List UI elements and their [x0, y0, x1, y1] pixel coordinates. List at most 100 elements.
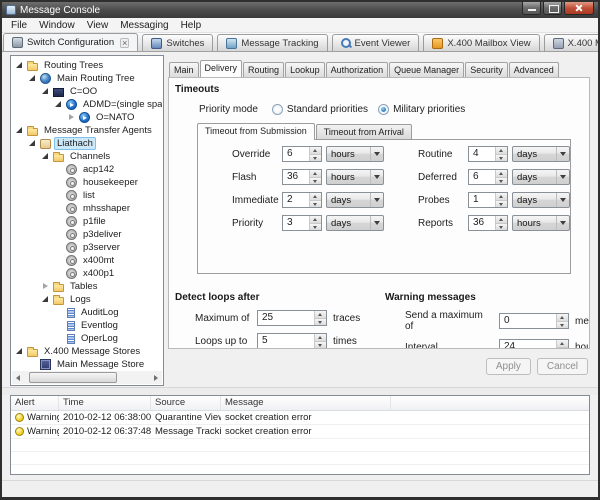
spin-up-icon[interactable] [315, 311, 326, 319]
spin-up-icon[interactable] [496, 147, 507, 155]
maximize-button[interactable] [543, 2, 562, 15]
tree-item-acp142[interactable]: acp142 [12, 163, 162, 176]
spin-down-icon[interactable] [557, 322, 568, 329]
spinner-value[interactable]: 0 [500, 314, 556, 328]
column-header-time[interactable]: Time [59, 396, 151, 410]
spinner-value[interactable]: 1 [469, 193, 495, 207]
unit-dropdown[interactable]: days [326, 192, 384, 208]
spin-down-icon[interactable] [496, 178, 507, 185]
spin-up-icon[interactable] [315, 334, 326, 342]
spinner-value[interactable]: 36 [469, 216, 495, 230]
expander-expanded-icon[interactable] [54, 100, 63, 109]
view-tab-x-400-message-stores[interactable]: X.400 Message Stores [544, 34, 600, 51]
tree-item-p3deliver[interactable]: p3deliver [12, 228, 162, 241]
tree-item-logs[interactable]: Logs [12, 293, 162, 306]
spin-up-icon[interactable] [496, 216, 507, 224]
menu-help[interactable]: Help [175, 20, 208, 31]
spinner-value[interactable]: 4 [469, 147, 495, 161]
spin-down-icon[interactable] [496, 155, 507, 162]
tree-item-mhsshaper[interactable]: mhsshaper [12, 202, 162, 215]
spin-down-icon[interactable] [310, 155, 321, 162]
alert-row[interactable]: Warning2010-02-12 06:37:48Message Tracki… [11, 425, 589, 439]
view-tab-switches[interactable]: Switches [142, 34, 213, 51]
column-header-alert[interactable]: Alert [11, 396, 59, 410]
unit-dropdown[interactable]: hours [512, 215, 570, 231]
spin-up-icon[interactable] [310, 193, 321, 201]
editor-tab-main[interactable]: Main [169, 62, 199, 77]
spin-up-icon[interactable] [557, 314, 568, 322]
expander-expanded-icon[interactable] [15, 126, 24, 135]
spin-down-icon[interactable] [315, 342, 326, 349]
cancel-button[interactable]: Cancel [537, 358, 588, 375]
alert-row[interactable]: Warning2010-02-12 06:38:00Quarantine Vie… [11, 411, 589, 425]
minimize-button[interactable] [522, 2, 541, 15]
tree-item-x400mt[interactable]: x400mt [12, 254, 162, 267]
spinner-value[interactable]: 25 [258, 311, 314, 325]
spin-down-icon[interactable] [496, 201, 507, 208]
editor-tab-authorization[interactable]: Authorization [326, 62, 389, 77]
unit-dropdown[interactable]: days [326, 215, 384, 231]
tree-item-auditlog[interactable]: AuditLog [12, 306, 162, 319]
tree-item-channels[interactable]: Channels [12, 150, 162, 163]
tree-item-p1file[interactable]: p1file [12, 215, 162, 228]
spinner-value[interactable]: 2 [283, 193, 309, 207]
close-tab-icon[interactable]: × [120, 38, 129, 48]
scrollbar-thumb[interactable] [29, 372, 117, 383]
menu-file[interactable]: File [5, 20, 33, 31]
expander-collapsed-icon[interactable] [67, 113, 76, 122]
spinner-value[interactable]: 3 [283, 216, 309, 230]
expander-expanded-icon[interactable] [15, 347, 24, 356]
splitter-sash[interactable] [2, 387, 598, 395]
radio-military-priorities[interactable]: Military priorities [378, 104, 465, 115]
tree-item-liathach[interactable]: Liathach [12, 137, 162, 150]
expander-collapsed-icon[interactable] [41, 282, 50, 291]
tree-item-x400p1[interactable]: x400p1 [12, 267, 162, 280]
spin-up-icon[interactable] [310, 216, 321, 224]
column-header-message[interactable]: Message [221, 396, 391, 410]
spin-down-icon[interactable] [315, 319, 326, 326]
view-tab-message-tracking[interactable]: Message Tracking [217, 34, 327, 51]
tree-item-eventlog[interactable]: Eventlog [12, 319, 162, 332]
tree-horizontal-scrollbar[interactable] [12, 371, 162, 384]
spin-up-icon[interactable] [496, 193, 507, 201]
spin-down-icon[interactable] [310, 201, 321, 208]
scroll-left-icon[interactable] [12, 371, 25, 384]
expander-expanded-icon[interactable] [41, 87, 50, 96]
expander-expanded-icon[interactable] [28, 139, 37, 148]
expander-expanded-icon[interactable] [41, 152, 50, 161]
tree-item-c-oo[interactable]: C=OO [12, 85, 162, 98]
expander-expanded-icon[interactable] [15, 61, 24, 70]
apply-button[interactable]: Apply [486, 358, 531, 375]
editor-tab-lookup[interactable]: Lookup [285, 62, 325, 77]
tree-item-main-routing-tree[interactable]: Main Routing Tree [12, 72, 162, 85]
menu-window[interactable]: Window [33, 20, 81, 31]
view-tab-x-400-mailbox-view[interactable]: X.400 Mailbox View [423, 34, 539, 51]
tree-item-tables[interactable]: Tables [12, 280, 162, 293]
spin-up-icon[interactable] [310, 170, 321, 178]
tree-item-message-transfer-agents[interactable]: Message Transfer Agents [12, 124, 162, 137]
spin-down-icon[interactable] [496, 224, 507, 231]
tree-item-routing-trees[interactable]: Routing Trees [12, 59, 162, 72]
editor-tab-queue-manager[interactable]: Queue Manager [389, 62, 464, 77]
view-tab-switch-configuration[interactable]: Switch Configuration× [3, 33, 138, 51]
tree-item-operlog[interactable]: OperLog [12, 332, 162, 345]
tree-item-o-nato[interactable]: O=NATO [12, 111, 162, 124]
tree-item-x-400-message-stores[interactable]: X.400 Message Stores [12, 345, 162, 358]
menu-view[interactable]: View [81, 20, 115, 31]
unit-dropdown[interactable]: days [512, 169, 570, 185]
spinner-value[interactable]: 36 [283, 170, 309, 184]
subtab-timeout-from-submission[interactable]: Timeout from Submission [197, 123, 315, 140]
tree-item-main-message-store[interactable]: Main Message Store [12, 358, 162, 371]
column-header-source[interactable]: Source [151, 396, 221, 410]
radio-standard-priorities[interactable]: Standard priorities [272, 104, 368, 115]
spin-down-icon[interactable] [310, 178, 321, 185]
subtab-timeout-from-arrival[interactable]: Timeout from Arrival [316, 124, 412, 139]
editor-tab-delivery[interactable]: Delivery [200, 60, 243, 77]
spinner-value[interactable]: 6 [283, 147, 309, 161]
editor-tab-advanced[interactable]: Advanced [509, 62, 559, 77]
spin-down-icon[interactable] [557, 348, 568, 350]
tree-item-admd-single-space[interactable]: ADMD=(single space [12, 98, 162, 111]
spin-up-icon[interactable] [557, 340, 568, 348]
spinner-value[interactable]: 5 [258, 334, 314, 348]
unit-dropdown[interactable]: hours [326, 146, 384, 162]
